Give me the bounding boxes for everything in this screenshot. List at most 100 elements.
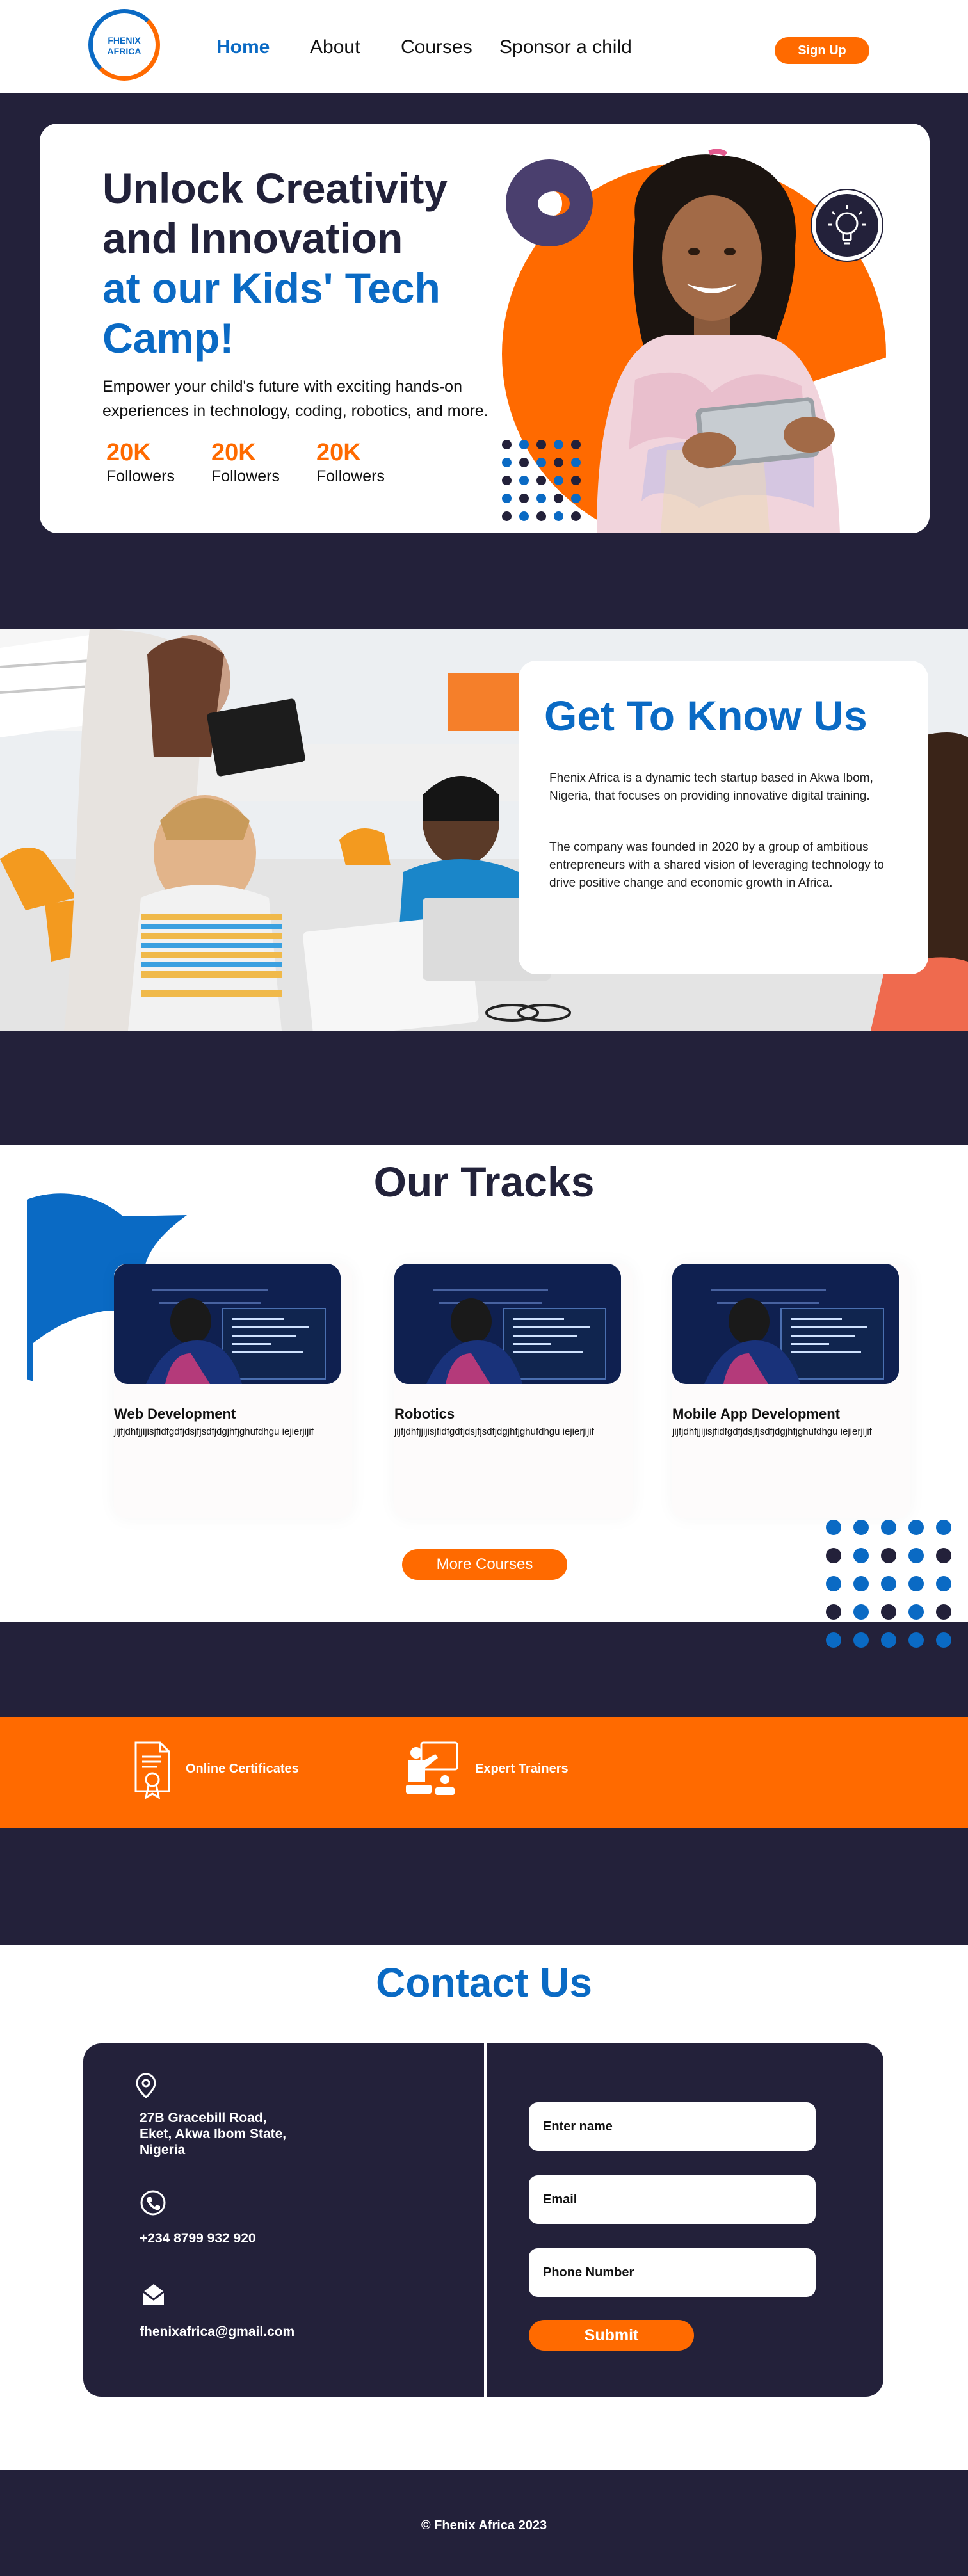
- track-description: jijfjdhfjjijisjfidfgdfjdsjfjsdfjdgjhfjgh…: [394, 1426, 594, 1437]
- decor-dot: [826, 1576, 841, 1591]
- decor-dot: [853, 1576, 869, 1591]
- decor-dot: [502, 476, 512, 485]
- more-courses-button[interactable]: More Courses: [402, 1549, 567, 1580]
- about-section: Get To Know Us Fhenix Africa is a dynami…: [0, 629, 968, 1031]
- track-description: jijfjdhfjjijisjfidfgdfjdsjfjsdfjdgjhfjgh…: [114, 1426, 314, 1437]
- track-card-robotics[interactable]: Robotics jijfjdhfjjijisjfidfgdfjdsjfjsdf…: [394, 1264, 633, 1518]
- track-card-web[interactable]: Web Development jijfjdhfjjijisjfidfgdfjd…: [114, 1264, 352, 1518]
- decor-dot: [853, 1520, 869, 1535]
- stat-label: Followers: [316, 467, 385, 485]
- decor-dot: [571, 458, 581, 467]
- decor-dot: [571, 440, 581, 449]
- nav-item-courses[interactable]: Courses: [401, 36, 472, 58]
- decor-dot: [908, 1576, 924, 1591]
- contact-card: 27B Gracebill Road, Eket, Akwa Ibom Stat…: [83, 2043, 883, 2397]
- track-image: [394, 1264, 621, 1384]
- location-pin-icon: [136, 2073, 156, 2098]
- sign-up-button[interactable]: Sign Up: [775, 37, 869, 64]
- email-text[interactable]: fhenixafrica@gmail.com: [140, 2324, 294, 2340]
- name-field[interactable]: [529, 2102, 816, 2151]
- about-title: Get To Know Us: [544, 692, 867, 739]
- decor-dot: [936, 1548, 951, 1563]
- decor-dot: [908, 1548, 924, 1563]
- decor-dot: [502, 458, 512, 467]
- certificate-icon: [134, 1741, 170, 1800]
- nav-item-sponsor[interactable]: Sponsor a child: [499, 36, 632, 58]
- copyright-text: © Fhenix Africa 2023: [421, 2518, 547, 2532]
- hero-title-line3: at our Kids' Tech: [102, 264, 440, 312]
- track-title: Robotics: [394, 1406, 455, 1422]
- decor-dot: [881, 1576, 896, 1591]
- decor-dot: [502, 511, 512, 521]
- decor-dot: [554, 458, 563, 467]
- logo-text: FHENIX AFRICA: [107, 35, 141, 56]
- about-paragraph: Fhenix Africa is a dynamic tech startup …: [549, 771, 873, 803]
- contact-section: Contact Us 27B Gracebill Road, Eket, Akw…: [0, 1945, 968, 2470]
- brand-logo[interactable]: FHENIX AFRICA: [88, 9, 160, 81]
- about-card: Get To Know Us Fhenix Africa is a dynami…: [519, 661, 928, 974]
- hero-dots-pattern: [502, 440, 581, 521]
- decor-dot: [908, 1520, 924, 1535]
- stat-item: 20K Followers: [106, 439, 196, 486]
- hero-subtitle: Empower your child's future with excitin…: [102, 378, 488, 420]
- decor-dot: [536, 440, 546, 449]
- nav-item-home[interactable]: Home: [216, 36, 270, 58]
- email-field[interactable]: [529, 2175, 816, 2224]
- decor-dot: [554, 476, 563, 485]
- decor-dot: [536, 476, 546, 485]
- stat-value: 20K: [211, 439, 256, 466]
- decor-dot: [502, 494, 512, 503]
- address-line: Eket, Akwa Ibom State,: [140, 2127, 287, 2141]
- hero-title: Unlock Creativity and Innovation at our …: [102, 163, 551, 363]
- mail-icon: [143, 2284, 165, 2305]
- tracks-dots-pattern: [826, 1520, 951, 1648]
- contact-title: Contact Us: [376, 1960, 592, 2006]
- decor-dot: [536, 458, 546, 467]
- features-band: Online Certificates Expert Trainers: [0, 1717, 968, 1828]
- phone-icon: [140, 2190, 166, 2216]
- trainer-icon: [406, 1741, 458, 1795]
- decor-dot: [936, 1520, 951, 1535]
- stat-item: 20K Followers: [211, 439, 301, 486]
- decor-dot: [908, 1604, 924, 1620]
- stat-item: 20K Followers: [316, 439, 406, 486]
- decor-dot: [826, 1548, 841, 1563]
- submit-button[interactable]: Submit: [529, 2320, 694, 2351]
- decor-dot: [853, 1632, 869, 1648]
- nav-item-about[interactable]: About: [310, 36, 360, 58]
- track-image: [672, 1264, 899, 1384]
- decor-dot: [554, 511, 563, 521]
- decor-dot: [502, 440, 512, 449]
- decor-dot: [826, 1632, 841, 1648]
- decor-dot: [519, 440, 529, 449]
- track-title: Mobile App Development: [672, 1406, 840, 1422]
- stat-label: Followers: [106, 467, 175, 485]
- decor-dot: [519, 476, 529, 485]
- decor-dot: [826, 1604, 841, 1620]
- decor-dot: [519, 458, 529, 467]
- track-card-mobile[interactable]: Mobile App Development jijfjdhfjjijisjfi…: [672, 1264, 910, 1518]
- footer: © Fhenix Africa 2023: [0, 2470, 968, 2576]
- decor-dot: [881, 1520, 896, 1535]
- decor-dot: [936, 1576, 951, 1591]
- decor-dot: [554, 440, 563, 449]
- card-divider: [484, 2043, 487, 2397]
- hero-title-line1: Unlock Creativity: [102, 165, 448, 212]
- decor-dot: [936, 1604, 951, 1620]
- decor-dot: [881, 1548, 896, 1563]
- feature-label: Expert Trainers: [475, 1762, 569, 1776]
- hero-title-line2: and Innovation: [102, 214, 403, 262]
- address-line: 27B Gracebill Road,: [140, 2111, 267, 2125]
- hero-section: Unlock Creativity and Innovation at our …: [40, 124, 930, 533]
- decor-dot: [519, 511, 529, 521]
- decor-dot: [536, 511, 546, 521]
- track-description: jijfjdhfjjijisjfidfgdfjdsjfjsdfjdgjhfjgh…: [672, 1426, 872, 1437]
- track-title: Web Development: [114, 1406, 236, 1422]
- phone-field[interactable]: [529, 2248, 816, 2297]
- decor-dot: [853, 1548, 869, 1563]
- decor-dot: [536, 494, 546, 503]
- decor-dot: [908, 1632, 924, 1648]
- address-line: Nigeria: [140, 2143, 186, 2157]
- stat-label: Followers: [211, 467, 280, 485]
- decor-dot: [936, 1632, 951, 1648]
